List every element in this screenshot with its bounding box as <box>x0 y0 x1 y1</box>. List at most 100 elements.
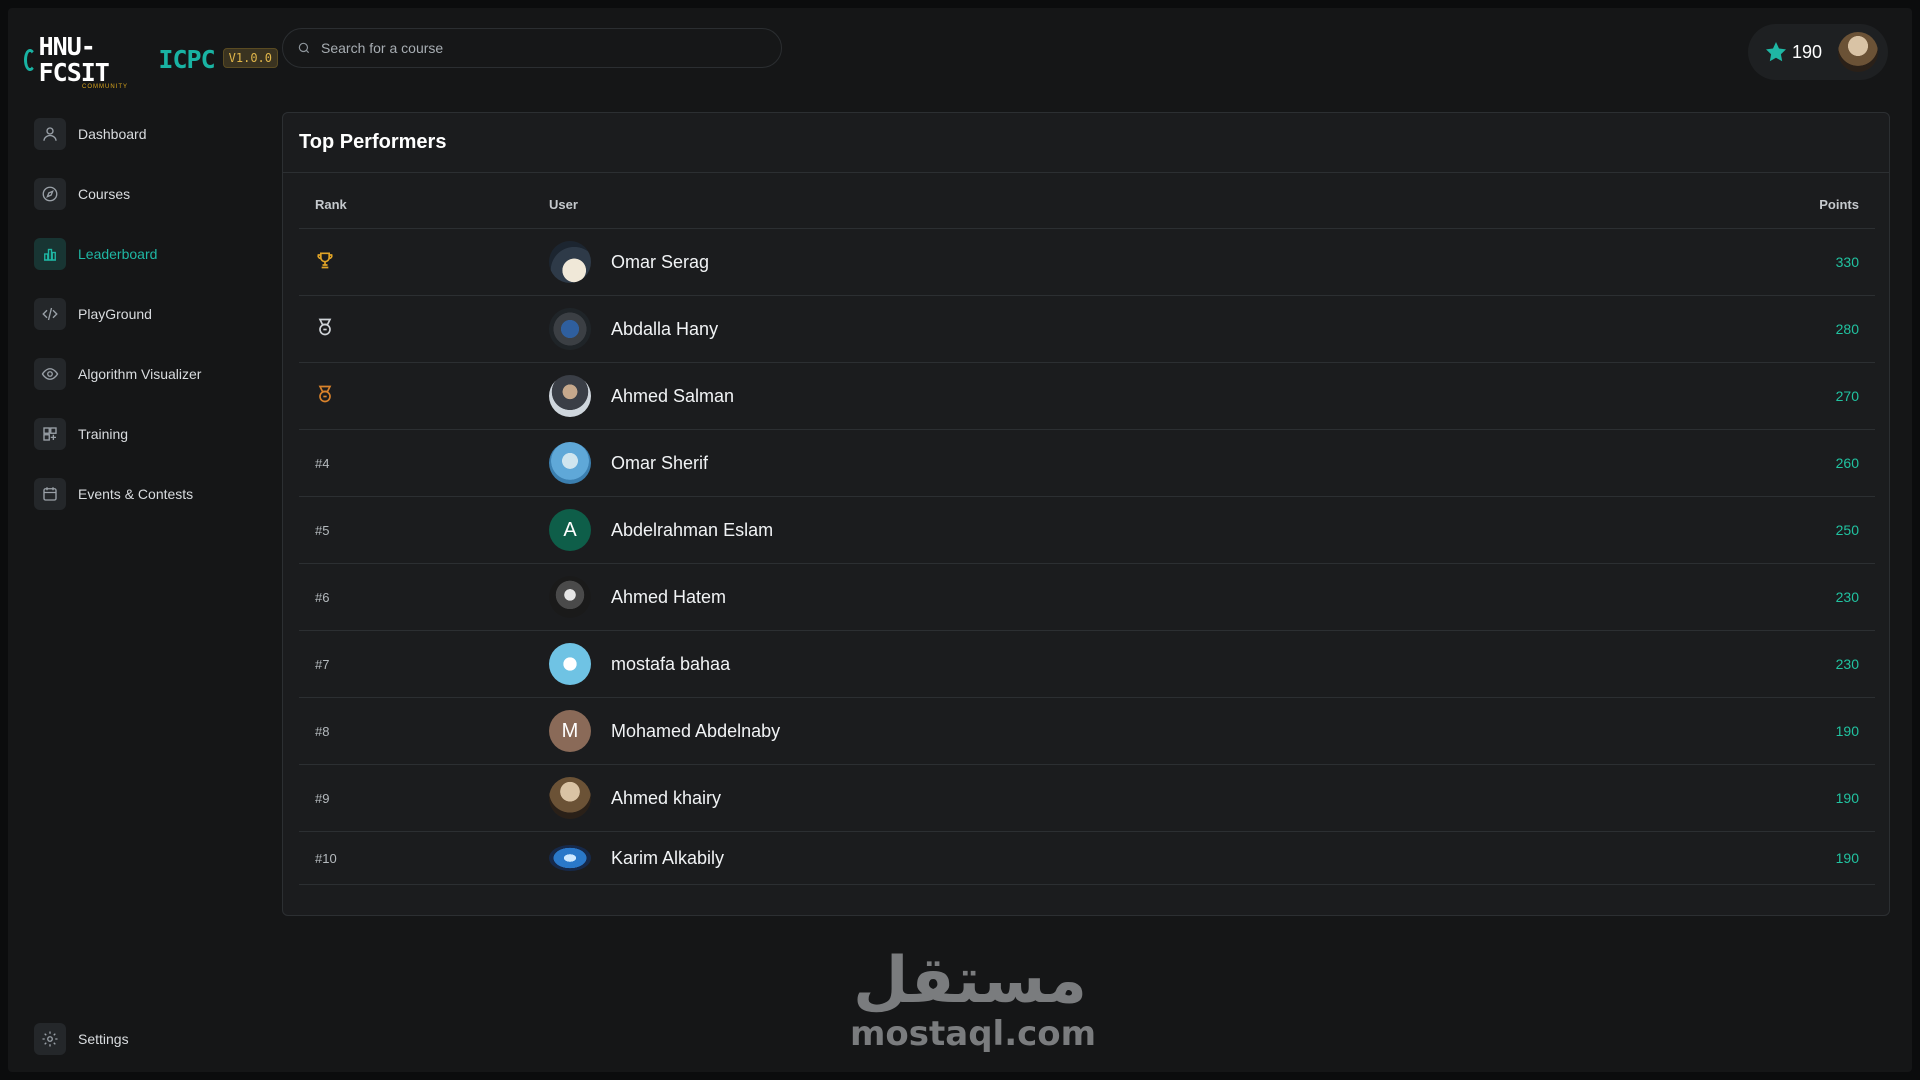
search-icon <box>298 42 310 54</box>
avatar <box>549 375 591 417</box>
sidebar-item-label: Leaderboard <box>78 246 158 262</box>
sidebar-item-label: Settings <box>78 1031 129 1047</box>
user-points: 230 <box>1835 589 1859 605</box>
avatar <box>549 576 591 618</box>
user-points: 330 <box>1835 254 1859 270</box>
gear-icon <box>34 1023 66 1055</box>
version-badge: V1.0.0 <box>222 48 278 68</box>
sidebar-nav: Dashboard Courses Leaderboard PlayGround <box>34 118 201 538</box>
user-name[interactable]: Ahmed Hatem <box>611 587 726 608</box>
avatar <box>549 845 591 871</box>
compass-icon <box>34 178 66 210</box>
sidebar-item-courses[interactable]: Courses <box>34 178 201 210</box>
user-points: 260 <box>1835 455 1859 471</box>
table-row[interactable]: #8 M Mohamed Abdelnaby 190 <box>299 698 1875 765</box>
sidebar-item-label: Algorithm Visualizer <box>78 366 202 382</box>
table-row[interactable]: #6 Ahmed Hatem 230 <box>299 564 1875 631</box>
sidebar-item-settings[interactable]: Settings <box>34 1023 129 1055</box>
watermark: مستقل mostaql.com <box>850 944 1097 1054</box>
sidebar-item-label: Courses <box>78 186 131 202</box>
sidebar-item-leaderboard[interactable]: Leaderboard <box>34 238 201 270</box>
avatar <box>549 308 591 350</box>
column-header-user: User <box>549 197 578 212</box>
column-header-points: Points <box>1819 197 1859 212</box>
grid-icon <box>34 418 66 450</box>
logo-accent-text: ICPC <box>158 45 215 74</box>
app-window: HNU-FCSIT ICPC COMMUNITY V1.0.0 Dashboar… <box>8 8 1912 1072</box>
rank-number: #7 <box>315 656 330 672</box>
table-row[interactable]: Omar Serag 330 <box>299 229 1875 296</box>
logo-ring-icon <box>24 49 36 71</box>
user-icon <box>34 118 66 150</box>
avatar: M <box>549 710 591 752</box>
rank-number: #8 <box>315 723 330 739</box>
logo[interactable]: HNU-FCSIT ICPC COMMUNITY V1.0.0 <box>24 34 278 90</box>
eye-icon <box>34 358 66 390</box>
sidebar-item-playground[interactable]: PlayGround <box>34 298 201 330</box>
table-row[interactable]: Ahmed Salman 270 <box>299 363 1875 430</box>
logo-main-text: HNU-FCSIT <box>38 32 110 87</box>
table-row[interactable]: #9 Ahmed khairy 190 <box>299 765 1875 832</box>
user-points: 280 <box>1835 321 1859 337</box>
table-header: Rank User Points <box>299 197 1875 229</box>
sidebar-item-label: PlayGround <box>78 306 152 322</box>
sidebar-item-label: Dashboard <box>78 126 147 142</box>
search-bar[interactable] <box>282 28 782 68</box>
rank-number: #6 <box>315 589 330 605</box>
user-name[interactable]: Mohamed Abdelnaby <box>611 721 780 742</box>
card-title: Top Performers <box>283 113 1889 173</box>
logo-subtitle: COMMUNITY <box>82 84 128 90</box>
user-name[interactable]: Ahmed khairy <box>611 788 721 809</box>
table-row[interactable]: #10 Karim Alkabily 190 <box>299 832 1875 885</box>
user-points: 250 <box>1835 522 1859 538</box>
user-points: 270 <box>1835 388 1859 404</box>
user-name[interactable]: Abdalla Hany <box>611 319 718 340</box>
user-name[interactable]: mostafa bahaa <box>611 654 730 675</box>
leaderboard-card: Top Performers Rank User Points Omar Ser… <box>282 112 1890 916</box>
sidebar-item-algorithm-visualizer[interactable]: Algorithm Visualizer <box>34 358 201 390</box>
sidebar-item-label: Events & Contests <box>78 486 194 502</box>
user-points: 190 <box>1835 790 1859 806</box>
avatar <box>549 643 591 685</box>
code-icon <box>34 298 66 330</box>
trophy-icon <box>317 252 333 268</box>
user-points: 190 <box>1835 850 1859 866</box>
user-points-value: 190 <box>1792 41 1823 62</box>
rank-number: #4 <box>315 455 330 471</box>
rank-number: #9 <box>315 790 330 806</box>
user-name[interactable]: Karim Alkabily <box>611 848 724 869</box>
bar-chart-icon <box>34 238 66 270</box>
search-input[interactable] <box>321 40 761 56</box>
avatar <box>549 241 591 283</box>
rank-number: #10 <box>315 850 337 866</box>
calendar-icon <box>34 478 66 510</box>
user-points: 190 <box>1835 723 1859 739</box>
user-points: 230 <box>1835 656 1859 672</box>
avatar: A <box>549 509 591 551</box>
user-name[interactable]: Omar Sherif <box>611 453 708 474</box>
rank-number: #5 <box>315 522 330 538</box>
sidebar-item-label: Training <box>78 426 129 442</box>
user-points-badge[interactable]: 190 <box>1748 24 1888 80</box>
watermark-arabic: مستقل <box>852 944 1088 1018</box>
sidebar: HNU-FCSIT ICPC COMMUNITY V1.0.0 Dashboar… <box>8 8 278 1072</box>
logo-mark: HNU-FCSIT ICPC COMMUNITY <box>24 32 216 90</box>
table-row[interactable]: #5 A Abdelrahman Eslam 250 <box>299 497 1875 564</box>
table-row[interactable]: Abdalla Hany 280 <box>299 296 1875 363</box>
bronze-medal-icon <box>318 385 332 402</box>
sidebar-item-events-contests[interactable]: Events & Contests <box>34 478 201 510</box>
user-name[interactable]: Ahmed Salman <box>611 386 734 407</box>
leaderboard-table: Rank User Points Omar Serag 330 Abdalla … <box>299 197 1875 885</box>
table-row[interactable]: #7 mostafa bahaa 230 <box>299 631 1875 698</box>
user-name[interactable]: Omar Serag <box>611 252 709 273</box>
profile-avatar[interactable] <box>1838 32 1878 72</box>
watermark-latin: mostaql.com <box>850 1014 1097 1054</box>
user-name[interactable]: Abdelrahman Eslam <box>611 520 773 541</box>
sidebar-item-training[interactable]: Training <box>34 418 201 450</box>
column-header-rank: Rank <box>315 197 347 212</box>
avatar <box>549 777 591 819</box>
star-icon <box>1766 42 1786 62</box>
avatar <box>549 442 591 484</box>
sidebar-item-dashboard[interactable]: Dashboard <box>34 118 201 150</box>
table-row[interactable]: #4 Omar Sherif 260 <box>299 430 1875 497</box>
